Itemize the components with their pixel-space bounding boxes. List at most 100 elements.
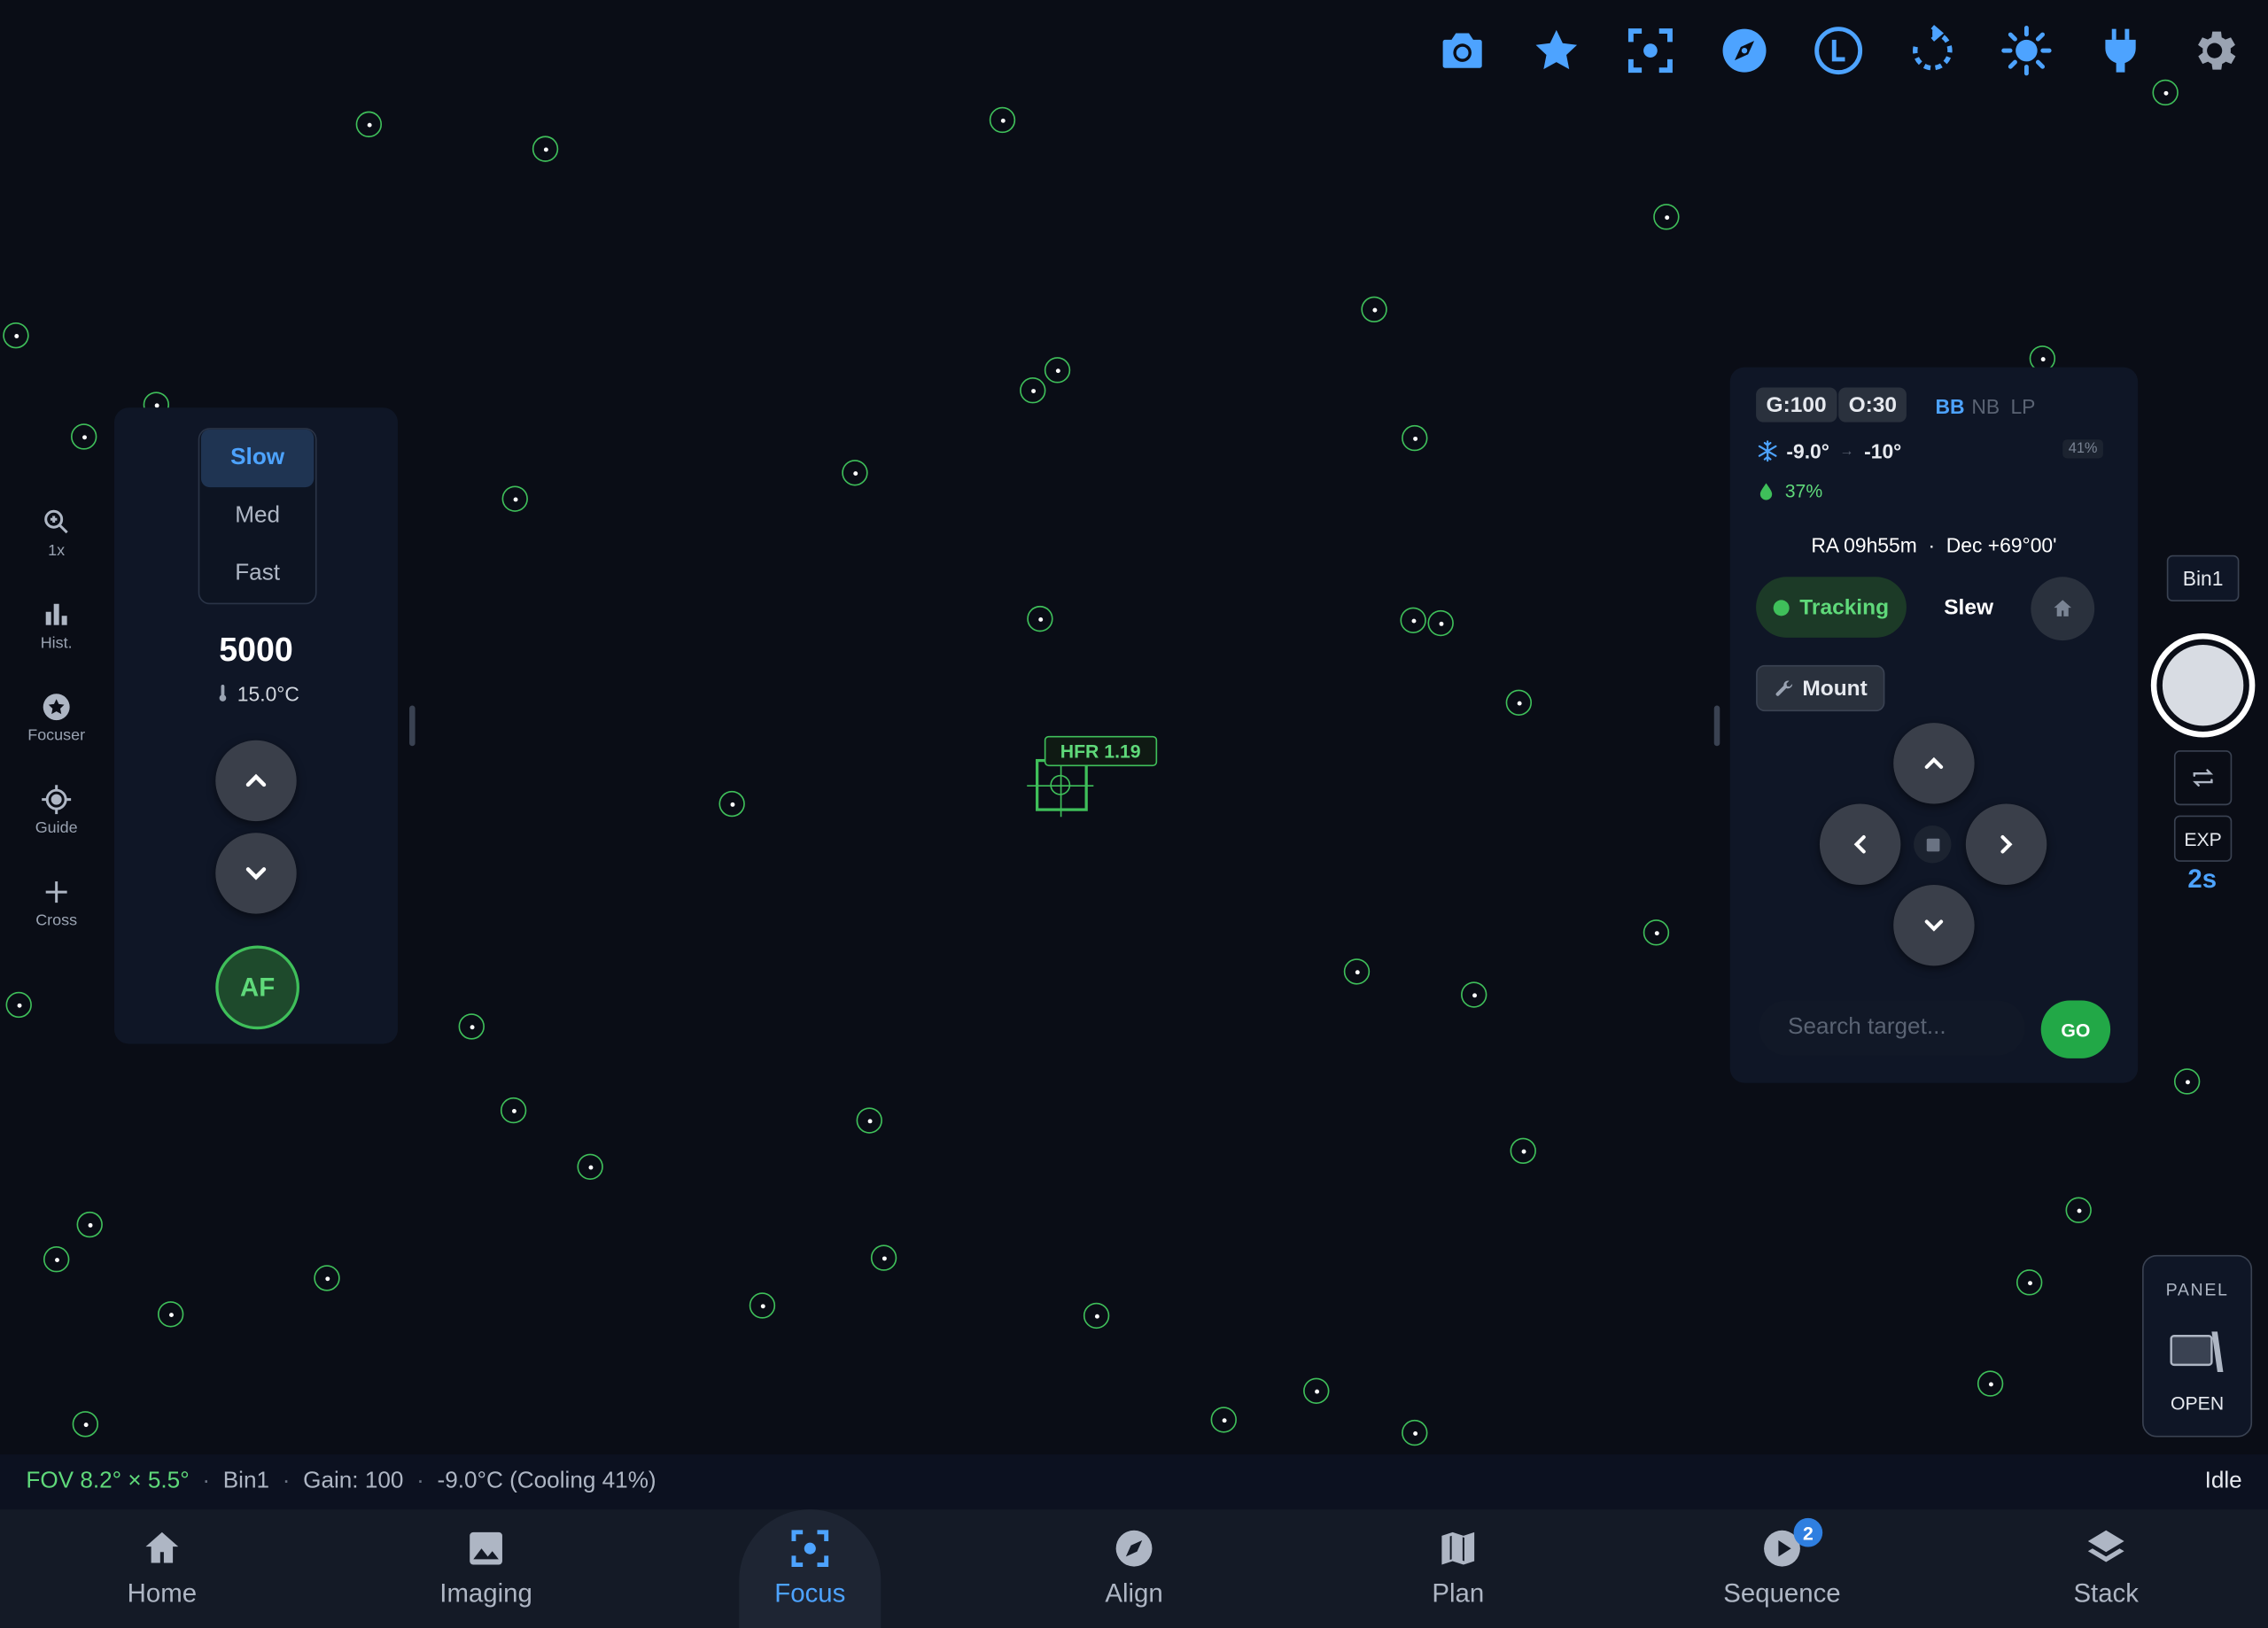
- focuser-button[interactable]: Focuser: [0, 691, 113, 783]
- detected-star-marker: [1083, 1302, 1110, 1330]
- nav-align[interactable]: Align: [1061, 1509, 1206, 1628]
- focus-out-button[interactable]: [215, 833, 297, 914]
- mount-coordinates: RA 09h55m · Dec +69°00': [1811, 533, 2057, 557]
- arrow-right-icon: →: [1839, 443, 1854, 460]
- detected-star-marker: [1427, 609, 1454, 637]
- filter-bb[interactable]: BB: [1936, 395, 1965, 418]
- speed-fast[interactable]: Fast: [199, 545, 315, 602]
- cooling-power-badge: 41%: [2062, 439, 2103, 459]
- snowflake-icon: [1758, 440, 1777, 462]
- focus-icon[interactable]: [1620, 20, 1682, 81]
- nav-home[interactable]: Home: [89, 1509, 234, 1628]
- top-toolbar: [1432, 20, 2245, 81]
- detected-star-marker: [1653, 204, 1680, 230]
- star-icon[interactable]: [1526, 20, 1587, 81]
- cross-label: Cross: [35, 911, 78, 930]
- target-search-input[interactable]: [1759, 1000, 2025, 1056]
- detected-star-marker: [72, 1411, 99, 1438]
- focus-in-button[interactable]: [215, 740, 297, 822]
- detected-star-marker: [749, 1292, 776, 1319]
- nav-imaging[interactable]: Imaging: [414, 1509, 558, 1628]
- cooling-target: -10°: [1864, 439, 1902, 463]
- rotate-icon[interactable]: [1902, 20, 1963, 81]
- detected-star-marker: [5, 991, 32, 1019]
- binning-button[interactable]: Bin1: [2166, 554, 2240, 602]
- guide-button[interactable]: Guide: [0, 784, 113, 876]
- detected-star-marker: [1977, 1370, 2004, 1397]
- home-icon: [145, 1531, 179, 1563]
- plug-icon[interactable]: [2090, 20, 2151, 81]
- status-separator: ·: [202, 1469, 211, 1494]
- camera-icon[interactable]: [1432, 20, 1493, 81]
- gain-chip[interactable]: G:100: [1756, 387, 1837, 423]
- slew-west-button[interactable]: [1819, 803, 1901, 885]
- speed-slow[interactable]: Slow: [200, 429, 315, 488]
- histogram-label: Hist.: [40, 634, 73, 653]
- sequence-badge: 2: [1793, 1517, 1823, 1547]
- clock-l-icon[interactable]: [1808, 20, 1869, 81]
- compass-icon[interactable]: [1714, 20, 1775, 81]
- panel-toggle-icon: [2170, 1331, 2224, 1373]
- nav-stack-label: Stack: [2073, 1578, 2139, 1609]
- slew-stop-button[interactable]: [1914, 826, 1952, 864]
- histogram-button[interactable]: Hist.: [0, 599, 113, 691]
- home-icon: [2054, 600, 2072, 616]
- detected-star-marker: [76, 1211, 103, 1238]
- histogram-icon: [45, 603, 67, 625]
- park-home-button[interactable]: [2031, 577, 2095, 641]
- focuser-label: Focuser: [27, 727, 86, 745]
- detected-star-marker: [532, 136, 559, 162]
- loop-mode-button[interactable]: [2173, 750, 2233, 806]
- right-panel-drag-handle[interactable]: [1713, 705, 1720, 747]
- nav-focus-label: Focus: [774, 1578, 846, 1609]
- detected-star-marker: [718, 790, 745, 818]
- slew-south-button[interactable]: [1893, 884, 1975, 966]
- status-state: Idle: [2204, 1469, 2242, 1494]
- cross-button[interactable]: Cross: [0, 876, 113, 968]
- detected-star-marker: [3, 322, 29, 349]
- brightness-icon[interactable]: [1996, 20, 2057, 81]
- detected-star-marker: [1643, 919, 1670, 946]
- zoom-button[interactable]: 1x: [0, 506, 113, 598]
- detected-star-marker: [1361, 296, 1387, 323]
- detected-star-marker: [577, 1153, 603, 1180]
- detected-star-marker: [856, 1107, 882, 1134]
- slew-east-button[interactable]: [1965, 803, 2047, 885]
- panel-open-button[interactable]: PANEL OPEN: [2142, 1254, 2253, 1438]
- left-panel-drag-handle[interactable]: [409, 705, 416, 747]
- filter-nb[interactable]: NB: [1971, 395, 2000, 418]
- detected-star-marker: [1343, 958, 1371, 985]
- detected-star-marker: [500, 1097, 527, 1124]
- nav-plan[interactable]: Plan: [1386, 1509, 1530, 1628]
- detected-star-marker: [1210, 1407, 1237, 1433]
- detected-star-marker: [2016, 1269, 2043, 1296]
- layers-icon: [2087, 1530, 2124, 1562]
- gear-icon[interactable]: [2184, 20, 2245, 81]
- left-tool-rail: 1x Hist. Focuser Guide Cross: [0, 506, 113, 968]
- guide-label: Guide: [35, 819, 78, 838]
- slew-north-button[interactable]: [1893, 723, 1975, 804]
- tracking-button[interactable]: Tracking: [1756, 577, 1907, 638]
- mount-settings-button[interactable]: Mount: [1756, 664, 1885, 712]
- app-root: 1x Hist. Focuser Guide Cross Slow Med Fa…: [0, 0, 2268, 1628]
- detected-star-marker: [458, 1013, 485, 1040]
- filter-lp[interactable]: LP: [2010, 395, 2035, 418]
- status-gain: Gain: 100: [303, 1469, 404, 1494]
- nav-stack[interactable]: Stack: [2034, 1509, 2179, 1628]
- offset-chip[interactable]: O:30: [1838, 387, 1907, 423]
- nav-sequence[interactable]: 2 Sequence: [1710, 1509, 1854, 1628]
- slew-button[interactable]: Slew: [1918, 577, 2019, 638]
- speed-med[interactable]: Med: [199, 487, 315, 545]
- shutter-button[interactable]: [2150, 632, 2256, 738]
- chevron-down-icon: [245, 867, 267, 880]
- exposure-button[interactable]: EXP: [2173, 815, 2233, 862]
- detected-star-marker: [1505, 689, 1533, 716]
- nav-focus[interactable]: Focus: [738, 1509, 882, 1628]
- goto-button[interactable]: GO: [2040, 1000, 2111, 1058]
- bottom-navigation: Home Imaging Focus Align Plan 2 Sequence…: [0, 1509, 2268, 1628]
- map-icon: [1441, 1531, 1475, 1565]
- crosshair-icon: [42, 785, 72, 815]
- focus-icon: [791, 1530, 829, 1568]
- autofocus-button[interactable]: AF: [215, 945, 299, 1030]
- detected-star-marker: [1303, 1377, 1330, 1404]
